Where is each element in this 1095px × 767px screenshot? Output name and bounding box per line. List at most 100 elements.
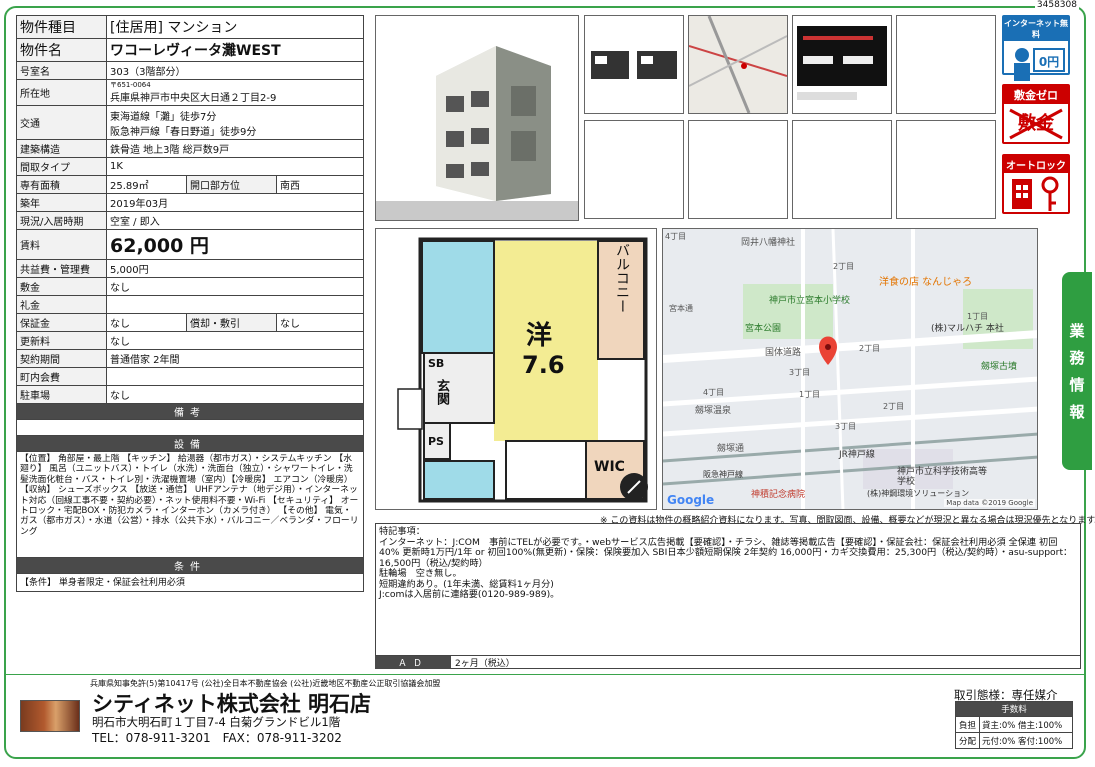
business-info-tab[interactable]: 業 務 情 報 xyxy=(1062,272,1092,470)
map-label: 劔塚温泉 xyxy=(695,406,732,416)
share-value: 元付:0% 客付:100% xyxy=(979,732,1073,749)
company-tel-fax: TEL：078-911-3201 FAX：078-911-3202 xyxy=(92,731,342,745)
map-label: 洋食の店 なんじゃろ xyxy=(879,277,973,288)
built-value: 2019年03月 xyxy=(106,193,364,212)
footer-divider xyxy=(6,674,1086,675)
renewal-label: 更新料 xyxy=(16,331,107,350)
thumbnail-empty-1[interactable] xyxy=(896,15,996,114)
map-label: 神戸市立宮本小学校 xyxy=(769,296,851,306)
document-id: 3458308 xyxy=(1034,0,1079,10)
conditions-body: 【条件】 単身者限定・保証会社利用必須 xyxy=(16,573,364,592)
deposit-label: 敷金 xyxy=(16,277,107,296)
commission-header: 手数料 xyxy=(955,701,1073,717)
balcony-label: バルコニー xyxy=(614,243,630,313)
opening-value: 南西 xyxy=(276,175,364,194)
zip-code: 〒651-0064 xyxy=(110,81,151,89)
equipment-body: 【位置】 角部屋・最上階 【キッチン】 給湯器（都市ガス）・システムキッチン 【… xyxy=(16,451,364,558)
address-value: 兵庫県神戸市中央区大日通２丁目2-9 xyxy=(110,93,277,104)
keymoney-value xyxy=(106,295,364,314)
map-label: 2丁目 xyxy=(859,344,881,353)
thumbnail-area-map[interactable] xyxy=(688,15,788,114)
notes-line: J:comは入居前に連絡要(0120-989-989)。 xyxy=(379,589,560,600)
side-tab-char: 務 xyxy=(1069,349,1085,367)
name-label: 物件名 xyxy=(16,38,107,62)
thumbnail-empty-5[interactable] xyxy=(896,120,996,219)
google-logo: Google xyxy=(667,493,715,507)
address-cell: 〒651-0064 兵庫県神戸市中央区大日通２丁目2-9 xyxy=(106,79,364,106)
thumbnail-empty-4[interactable] xyxy=(792,120,892,219)
map-label: 1丁目 xyxy=(799,390,821,399)
entrance-label: 玄関 xyxy=(434,379,449,405)
contract-label: 契約期間 xyxy=(16,349,107,368)
type-label: 物件種目 xyxy=(16,15,107,39)
badge-internet-title: インターネット無料 xyxy=(1004,17,1068,41)
map-label: 4丁目 xyxy=(703,388,725,397)
structure-label: 建築構造 xyxy=(16,139,107,158)
burden-label: 負担 xyxy=(955,716,980,733)
amortization-label: 償却・敷引 xyxy=(186,313,277,332)
badge-deposit-title: 敷金ゼロ xyxy=(1004,86,1068,104)
map-pin-icon[interactable] xyxy=(819,336,837,366)
notes-line: 駐輪場 空き無し。 xyxy=(379,568,462,579)
rent-value: 62,000 円 xyxy=(106,229,364,260)
side-tab-char: 報 xyxy=(1069,403,1085,421)
fee-value: 5,000円 xyxy=(106,259,364,278)
layout-value: 1K xyxy=(106,157,364,176)
ad-row: ＡＤ 2ヶ月（税込） xyxy=(375,655,1081,669)
equipment-header: 設備 xyxy=(16,435,364,452)
thumbnail-empty-2[interactable] xyxy=(584,120,684,219)
map-label: 神戸市立科学技術高等学校 xyxy=(897,467,988,487)
side-tab-char: 業 xyxy=(1069,322,1085,340)
structure-value: 鉄骨造 地上3階 総戸数9戸 xyxy=(106,139,364,158)
map-label: 2丁目 xyxy=(833,262,855,271)
thumbnail-empty-3[interactable] xyxy=(688,120,788,219)
map-label: 宮本通 xyxy=(669,304,693,313)
map-label: 劔塚古墳 xyxy=(981,362,1018,372)
sb-label: SB xyxy=(428,357,445,370)
ps-label: PS xyxy=(428,435,444,448)
map-label: 3丁目 xyxy=(835,422,857,431)
traffic-line-1: 東海道線「灘」徒歩7分 xyxy=(110,111,217,123)
opening-label: 開口部方位 xyxy=(186,175,277,194)
address-label: 所在地 xyxy=(16,79,107,106)
notes-header: 特記事項： xyxy=(379,526,425,537)
area-value: 25.89㎡ xyxy=(106,175,187,194)
wic-label: WIC xyxy=(594,459,625,475)
map-attribution: Map data ©2019 Google xyxy=(944,499,1035,507)
thumbnail-floor-layout[interactable] xyxy=(584,15,684,114)
special-notes: 特記事項： インターネット：J:COM 事前にTELが必要です。・webサービス… xyxy=(375,523,1081,669)
map-label: 4丁目 xyxy=(665,232,687,241)
store-photo xyxy=(20,700,80,732)
building-photo[interactable] xyxy=(375,15,579,221)
commission-table: 手数料 負担 貸主:0% 借主:100% 分配 元付:0% 客付:100% xyxy=(955,701,1073,749)
keymoney-label: 礼金 xyxy=(16,295,107,314)
parking-label: 駐車場 xyxy=(16,385,107,404)
map-label: 3丁目 xyxy=(789,368,811,377)
type-value: [住居用] マンション xyxy=(106,15,364,39)
deposit-value: なし xyxy=(106,277,364,296)
traffic-label: 交通 xyxy=(16,105,107,140)
room-label: 号室名 xyxy=(16,61,107,80)
thumbnail-access-info[interactable] xyxy=(792,15,892,114)
area-label: 専有面積 xyxy=(16,175,107,194)
map-label: JR神戸線 xyxy=(839,450,875,460)
built-label: 築年 xyxy=(16,193,107,212)
remarks-body xyxy=(16,419,364,436)
amortization-value: なし xyxy=(276,313,364,332)
status-label: 現況/入居時期 xyxy=(16,211,107,230)
badge-internet-free: インターネット無料 0円 xyxy=(1002,15,1070,81)
area-map[interactable]: 4丁目 岡井八幡神社 2丁目 洋食の店 なんじゃろ 宮本通 神戸市立宮本小学校 … xyxy=(662,228,1038,510)
floor-plan[interactable]: バルコニー 洋 7.6 SB 玄関 PS WIC xyxy=(375,228,657,510)
renewal-value: なし xyxy=(106,331,364,350)
room-kind-label: 洋 xyxy=(526,321,553,351)
traffic-line-2: 阪急神戸線「春日野道」徒歩9分 xyxy=(110,126,257,138)
ad-value: 2ヶ月（税込） xyxy=(455,659,515,669)
rent-label: 賃料 xyxy=(16,229,107,260)
badge-autolock-title: オートロック xyxy=(1004,156,1068,173)
burden-value: 貸主:0% 借主:100% xyxy=(979,716,1073,733)
remarks-header: 備考 xyxy=(16,403,364,420)
room-size-label: 7.6 xyxy=(522,351,565,379)
map-label: 宮本公園 xyxy=(745,324,782,334)
conditions-header: 条件 xyxy=(16,557,364,574)
notes-line: インターネット：J:COM 事前にTELが必要です。・webサービス広告掲載【要… xyxy=(379,536,1073,569)
